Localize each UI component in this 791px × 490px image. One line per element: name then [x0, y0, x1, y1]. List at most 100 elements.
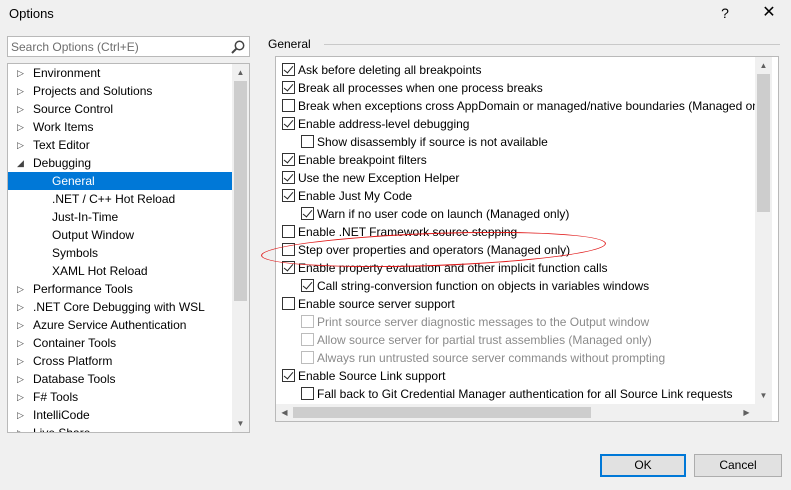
option-label[interactable]: Break when exceptions cross AppDomain or…	[298, 99, 772, 113]
option-row: Warn if no user code on launch (Managed …	[276, 205, 756, 223]
option-checkbox[interactable]	[282, 99, 295, 112]
collapsed-arrow-icon[interactable]: ▷	[17, 352, 27, 370]
tree-item-cross-platform[interactable]: ▷ Cross Platform	[8, 352, 232, 370]
tree-item-f-tools[interactable]: ▷ F# Tools	[8, 388, 232, 406]
collapsed-arrow-icon[interactable]: ▷	[17, 334, 27, 352]
scroll-up-icon[interactable]: ▲	[232, 64, 249, 81]
scroll-up-icon[interactable]: ▲	[755, 57, 772, 74]
option-row: Enable source server support	[276, 295, 756, 313]
option-label[interactable]: Step over properties and operators (Mana…	[298, 243, 570, 257]
tree-item-source-control[interactable]: ▷ Source Control	[8, 100, 232, 118]
option-label[interactable]: Enable source server support	[298, 297, 455, 311]
scroll-down-icon[interactable]: ▼	[232, 415, 249, 432]
collapsed-arrow-icon[interactable]: ▷	[17, 100, 27, 118]
tree-item-symbols[interactable]: Symbols	[8, 244, 232, 262]
tree-item-label: Environment	[33, 66, 101, 80]
option-label[interactable]: Ask before deleting all breakpoints	[298, 63, 481, 77]
tree-item-label: .NET / C++ Hot Reload	[52, 192, 176, 206]
option-label[interactable]: Enable Source Link support	[298, 369, 445, 383]
collapsed-arrow-icon[interactable]: ▷	[17, 118, 27, 136]
option-label[interactable]: Enable Just My Code	[298, 189, 412, 203]
option-checkbox[interactable]	[282, 153, 295, 166]
tree-item-azure-service-authentication[interactable]: ▷ Azure Service Authentication	[8, 316, 232, 334]
collapsed-arrow-icon[interactable]: ▷	[17, 388, 27, 406]
tree-item-intellicode[interactable]: ▷ IntelliCode	[8, 406, 232, 424]
tree-item-just-in-time[interactable]: Just-In-Time	[8, 208, 232, 226]
ok-button[interactable]: OK	[600, 454, 686, 477]
option-label[interactable]: Call string-conversion function on objec…	[317, 279, 649, 293]
expanded-arrow-icon[interactable]: ◢	[17, 154, 27, 172]
option-checkbox[interactable]	[282, 225, 295, 238]
option-row: Always run untrusted source server comma…	[276, 349, 756, 367]
help-button[interactable]: ?	[715, 3, 735, 23]
tree-item-database-tools[interactable]: ▷ Database Tools	[8, 370, 232, 388]
search-icon[interactable]	[230, 39, 246, 55]
close-button[interactable]: ✕	[757, 3, 781, 23]
tree-item-environment[interactable]: ▷ Environment	[8, 64, 232, 82]
tree-item-label: Source Control	[33, 102, 114, 116]
tree-item-xaml-hot-reload[interactable]: XAML Hot Reload	[8, 262, 232, 280]
scroll-thumb[interactable]	[757, 74, 770, 212]
option-checkbox[interactable]	[301, 207, 314, 220]
cancel-button[interactable]: Cancel	[694, 454, 782, 477]
scroll-right-icon[interactable]: ▶	[738, 404, 755, 421]
option-checkbox[interactable]	[282, 243, 295, 256]
tree-item-label: Database Tools	[33, 372, 116, 386]
option-label: Print source server diagnostic messages …	[317, 315, 650, 329]
tree-scrollbar[interactable]: ▲ ▼	[232, 64, 249, 432]
search-input[interactable]	[11, 38, 229, 55]
collapsed-arrow-icon[interactable]: ▷	[17, 406, 27, 424]
option-label[interactable]: Fall back to Git Credential Manager auth…	[317, 387, 733, 401]
options-horizontal-scrollbar[interactable]: ◀ ▶	[276, 404, 755, 421]
option-label[interactable]: Enable address-level debugging	[298, 117, 469, 131]
scroll-down-icon[interactable]: ▼	[755, 387, 772, 404]
collapsed-arrow-icon[interactable]: ▷	[17, 280, 27, 298]
collapsed-arrow-icon[interactable]: ▷	[17, 64, 27, 82]
option-checkbox[interactable]	[282, 297, 295, 310]
option-checkbox[interactable]	[301, 279, 314, 292]
collapsed-arrow-icon[interactable]: ▷	[17, 424, 27, 432]
scroll-thumb[interactable]	[234, 81, 247, 301]
option-checkbox[interactable]	[282, 81, 295, 94]
option-checkbox[interactable]	[301, 135, 314, 148]
option-label[interactable]: Enable .NET Framework source stepping	[298, 225, 517, 239]
tree-item-container-tools[interactable]: ▷ Container Tools	[8, 334, 232, 352]
option-row: Use the new Exception Helper	[276, 169, 756, 187]
option-label[interactable]: Enable breakpoint filters	[298, 153, 427, 167]
options-vertical-scrollbar[interactable]: ▲ ▼	[755, 57, 772, 404]
title-bar: Options ? ✕	[0, 0, 791, 28]
tree-item-work-items[interactable]: ▷ Work Items	[8, 118, 232, 136]
option-checkbox	[301, 351, 314, 364]
tree-item-text-editor[interactable]: ▷ Text Editor	[8, 136, 232, 154]
option-label[interactable]: Break all processes when one process bre…	[298, 81, 543, 95]
tree-item-projects-and-solutions[interactable]: ▷ Projects and Solutions	[8, 82, 232, 100]
option-row: Show disassembly if source is not availa…	[276, 133, 756, 151]
window-title: Options	[9, 6, 54, 21]
collapsed-arrow-icon[interactable]: ▷	[17, 316, 27, 334]
collapsed-arrow-icon[interactable]: ▷	[17, 298, 27, 316]
option-checkbox[interactable]	[282, 261, 295, 274]
option-checkbox[interactable]	[282, 189, 295, 202]
tree-item-net-core-debugging-with-wsl[interactable]: ▷ .NET Core Debugging with WSL	[8, 298, 232, 316]
tree-item-label: Text Editor	[33, 138, 90, 152]
scroll-thumb[interactable]	[293, 407, 591, 418]
tree-item-debugging[interactable]: ◢ Debugging	[8, 154, 232, 172]
option-checkbox[interactable]	[282, 369, 295, 382]
tree-item-output-window[interactable]: Output Window	[8, 226, 232, 244]
option-label[interactable]: Enable property evaluation and other imp…	[298, 261, 608, 275]
collapsed-arrow-icon[interactable]: ▷	[17, 82, 27, 100]
tree-item-general[interactable]: General	[8, 172, 232, 190]
option-label[interactable]: Warn if no user code on launch (Managed …	[317, 207, 569, 221]
tree-item-net-c-hot-reload[interactable]: .NET / C++ Hot Reload	[8, 190, 232, 208]
tree-item-live-share[interactable]: ▷ Live Share	[8, 424, 232, 432]
option-checkbox[interactable]	[301, 387, 314, 400]
collapsed-arrow-icon[interactable]: ▷	[17, 370, 27, 388]
option-checkbox[interactable]	[282, 171, 295, 184]
scroll-left-icon[interactable]: ◀	[276, 404, 293, 421]
tree-item-performance-tools[interactable]: ▷ Performance Tools	[8, 280, 232, 298]
option-label[interactable]: Use the new Exception Helper	[298, 171, 459, 185]
collapsed-arrow-icon[interactable]: ▷	[17, 136, 27, 154]
option-checkbox[interactable]	[282, 117, 295, 130]
option-checkbox[interactable]	[282, 63, 295, 76]
option-label[interactable]: Show disassembly if source is not availa…	[317, 135, 548, 149]
